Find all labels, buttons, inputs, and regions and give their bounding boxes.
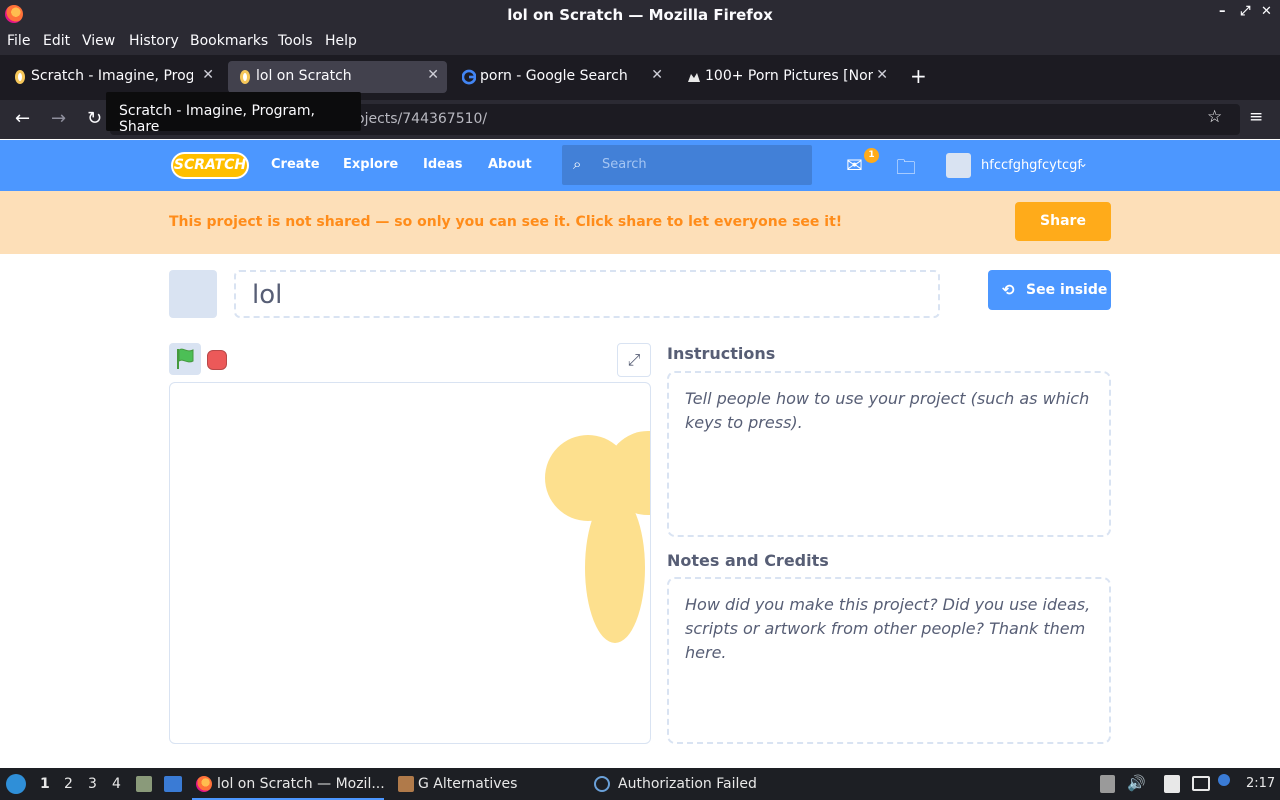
messages-icon[interactable]: ✉ xyxy=(846,153,863,177)
menu-history[interactable]: History xyxy=(129,33,179,49)
reload-icon[interactable]: ↻ xyxy=(87,108,102,129)
google-favicon-icon xyxy=(462,69,476,85)
project-stage[interactable] xyxy=(169,382,651,744)
workspace-2[interactable]: 2 xyxy=(64,776,73,792)
start-menu-icon[interactable] xyxy=(6,774,26,794)
messages-count-badge: 1 xyxy=(864,148,879,163)
window-titlebar: lol on Scratch — Mozilla Firefox – ⤢ ✕ xyxy=(0,0,1280,29)
notification-icon[interactable] xyxy=(1218,774,1230,786)
url-text: ojects/744367510/ xyxy=(356,111,488,127)
stop-button[interactable] xyxy=(207,350,227,370)
window-title: lol on Scratch — Mozilla Firefox xyxy=(507,6,773,24)
notes-credits-field[interactable]: How did you make this project? Did you u… xyxy=(667,577,1111,744)
volume-icon[interactable]: 🔊 xyxy=(1127,774,1146,792)
scratch-favicon-icon xyxy=(240,70,250,84)
menu-edit[interactable]: Edit xyxy=(43,33,70,49)
close-window-icon[interactable]: ✕ xyxy=(1261,4,1272,19)
close-tab-icon[interactable]: ✕ xyxy=(427,67,439,83)
search-icon: ⌕ xyxy=(573,155,582,173)
see-inside-icon: ⟲ xyxy=(1002,281,1015,299)
chevron-down-icon[interactable]: ⌄ xyxy=(1078,156,1088,170)
bookmark-star-icon[interactable]: ☆ xyxy=(1207,107,1222,127)
app-icon xyxy=(594,776,610,792)
desktop-icon[interactable] xyxy=(164,776,182,792)
workspace-1[interactable]: 1 xyxy=(40,776,50,792)
menu-file[interactable]: File xyxy=(7,33,30,49)
workspace-3[interactable]: 3 xyxy=(88,776,97,792)
tab-google-search[interactable]: porn - Google Search ✕ xyxy=(452,61,671,93)
nav-explore[interactable]: Explore xyxy=(343,157,398,172)
scratch-logo[interactable]: SCRATCH xyxy=(171,152,249,179)
workspace-4[interactable]: 4 xyxy=(112,776,121,792)
green-flag-button[interactable] xyxy=(169,343,201,375)
system-taskbar: 1 2 3 4 lol on Scratch — Mozil... G Alte… xyxy=(0,768,1280,800)
tab-tooltip: Scratch - Imagine, Program, Share xyxy=(106,92,361,135)
username[interactable]: hfccfghgfcytcgf xyxy=(981,158,1082,173)
updates-icon[interactable] xyxy=(1100,775,1115,793)
notes-heading: Notes and Credits xyxy=(667,551,829,570)
tab-label: 100+ Porn Pictures [Non- xyxy=(705,68,873,84)
nav-ideas[interactable]: Ideas xyxy=(423,157,462,172)
instructions-heading: Instructions xyxy=(667,344,776,363)
tab-label: lol on Scratch xyxy=(256,68,352,84)
close-tab-icon[interactable]: ✕ xyxy=(876,67,888,83)
site-favicon-icon xyxy=(688,73,700,82)
task-authorization-failed[interactable]: Authorization Failed xyxy=(594,768,794,800)
clock: 2:17 xyxy=(1246,776,1276,791)
stage-sprite-drawing xyxy=(545,431,650,643)
menu-hamburger-icon[interactable]: ≡ xyxy=(1249,107,1263,127)
forward-icon[interactable]: → xyxy=(51,108,66,129)
instructions-field[interactable]: Tell people how to use your project (suc… xyxy=(667,371,1111,537)
tab-label: porn - Google Search xyxy=(480,68,628,84)
close-tab-icon[interactable]: ✕ xyxy=(651,67,663,83)
tab-label: Scratch - Imagine, Progr xyxy=(31,68,193,84)
scratch-favicon-icon xyxy=(15,70,25,84)
project-owner-avatar[interactable] xyxy=(169,270,217,318)
nav-about[interactable]: About xyxy=(488,157,532,172)
network-icon[interactable] xyxy=(1192,776,1210,791)
my-stuff-folder-icon[interactable]: 🗀 xyxy=(896,153,916,187)
see-inside-label: See inside xyxy=(1026,282,1108,298)
search-input[interactable]: ⌕ Search xyxy=(562,145,812,185)
nav-create[interactable]: Create xyxy=(271,157,320,172)
minimize-icon[interactable]: – xyxy=(1219,4,1226,19)
see-inside-button[interactable]: ⟲ See inside xyxy=(988,270,1111,310)
search-placeholder: Search xyxy=(602,157,647,172)
close-tab-icon[interactable]: ✕ xyxy=(202,67,214,83)
restore-icon[interactable]: ⤢ xyxy=(1240,4,1250,19)
not-shared-banner: This project is not shared — so only you… xyxy=(0,191,1280,254)
back-icon[interactable]: ← xyxy=(15,108,30,129)
menu-tools[interactable]: Tools xyxy=(278,33,313,49)
tab-scratch-home[interactable]: Scratch - Imagine, Progr ✕ xyxy=(3,61,222,93)
tab-porn-pictures[interactable]: 100+ Porn Pictures [Non- ✕ xyxy=(677,61,896,93)
task-firefox[interactable]: lol on Scratch — Mozil... xyxy=(192,768,385,800)
user-avatar[interactable] xyxy=(946,153,971,178)
scratch-header: SCRATCH Create Explore Ideas About ⌕ Sea… xyxy=(0,140,1280,191)
task-label: G Alternatives xyxy=(418,776,518,792)
menu-view[interactable]: View xyxy=(82,33,115,49)
task-alternatives[interactable]: G Alternatives xyxy=(396,768,576,800)
task-label: lol on Scratch — Mozil... xyxy=(217,776,385,792)
tab-lol-on-scratch[interactable]: lol on Scratch ✕ xyxy=(228,61,447,93)
banner-message: This project is not shared — so only you… xyxy=(169,214,843,230)
new-tab-icon[interactable]: + xyxy=(910,64,927,88)
green-flag-icon xyxy=(177,348,194,369)
menu-help[interactable]: Help xyxy=(325,33,357,49)
firefox-icon xyxy=(196,776,212,792)
menu-bookmarks[interactable]: Bookmarks xyxy=(190,33,268,49)
file-manager-icon[interactable] xyxy=(136,776,152,792)
menubar: File Edit View History Bookmarks Tools H… xyxy=(0,29,1280,55)
project-title-input[interactable]: lol xyxy=(234,270,940,318)
share-button[interactable]: Share xyxy=(1015,202,1111,241)
fullscreen-icon[interactable]: ⤢ xyxy=(617,343,651,377)
clipboard-icon[interactable] xyxy=(1164,775,1180,793)
app-icon xyxy=(398,776,414,792)
task-label: Authorization Failed xyxy=(618,776,757,792)
